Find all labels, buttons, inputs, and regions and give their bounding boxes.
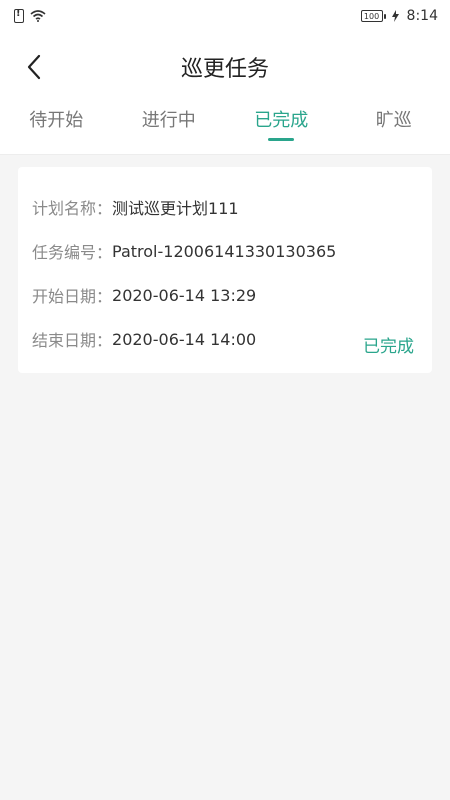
back-button[interactable] [18, 51, 50, 83]
task-no-value: Patrol-12006141330130365 [112, 241, 337, 261]
tab-label: 旷巡 [375, 110, 412, 131]
tab-pending[interactable]: 待开始 [0, 102, 113, 141]
tab-bar: 待开始 进行中 已完成 旷巡 [0, 102, 450, 155]
chevron-left-icon [27, 54, 41, 80]
tab-underline [43, 138, 69, 141]
tab-completed[interactable]: 已完成 [225, 102, 338, 141]
charging-icon [391, 10, 399, 22]
tab-in-progress[interactable]: 进行中 [113, 102, 226, 141]
status-left [14, 8, 46, 23]
status-bar: 100 8:14 [0, 0, 450, 32]
tab-underline [381, 138, 407, 141]
status-time: 8:14 [406, 8, 438, 24]
page-title: 巡更任务 [180, 57, 269, 82]
start-date-label: 开始日期： [32, 287, 113, 306]
tab-missed[interactable]: 旷巡 [338, 102, 450, 141]
tab-active-indicator [268, 138, 295, 141]
end-date-row: 结束日期： 2020-06-14 14:00 [32, 317, 416, 361]
start-date-value: 2020-06-14 13:29 [112, 285, 257, 305]
end-date-label: 结束日期： [32, 331, 113, 350]
end-date-value: 2020-06-14 14:00 [112, 329, 257, 349]
alert-icon [14, 8, 24, 23]
tab-label: 进行中 [141, 110, 196, 131]
plan-name-label: 计划名称： [32, 199, 113, 218]
task-card[interactable]: 计划名称： 测试巡更计划111 任务编号： Patrol-12006141330… [18, 167, 432, 373]
plan-name-value: 测试巡更计划111 [112, 199, 239, 218]
tab-label: 待开始 [29, 110, 84, 131]
task-list: 计划名称： 测试巡更计划111 任务编号： Patrol-12006141330… [0, 155, 450, 373]
start-date-row: 开始日期： 2020-06-14 13:29 [32, 273, 416, 317]
plan-name-row: 计划名称： 测试巡更计划111 [32, 185, 416, 229]
wifi-icon [30, 10, 46, 22]
status-badge: 已完成 [363, 337, 414, 357]
task-no-label: 任务编号： [32, 243, 113, 262]
battery-level: 100 [360, 10, 383, 22]
status-right: 100 8:14 [360, 8, 438, 24]
battery-cap [383, 13, 386, 19]
task-no-row: 任务编号： Patrol-12006141330130365 [32, 229, 416, 273]
tab-underline [156, 138, 182, 141]
header: 巡更任务 [0, 32, 450, 102]
battery-icon: 100 [360, 10, 386, 22]
tab-label: 已完成 [254, 110, 309, 131]
app-root: 100 8:14 巡更任务 待开始 进行中 [0, 0, 450, 800]
